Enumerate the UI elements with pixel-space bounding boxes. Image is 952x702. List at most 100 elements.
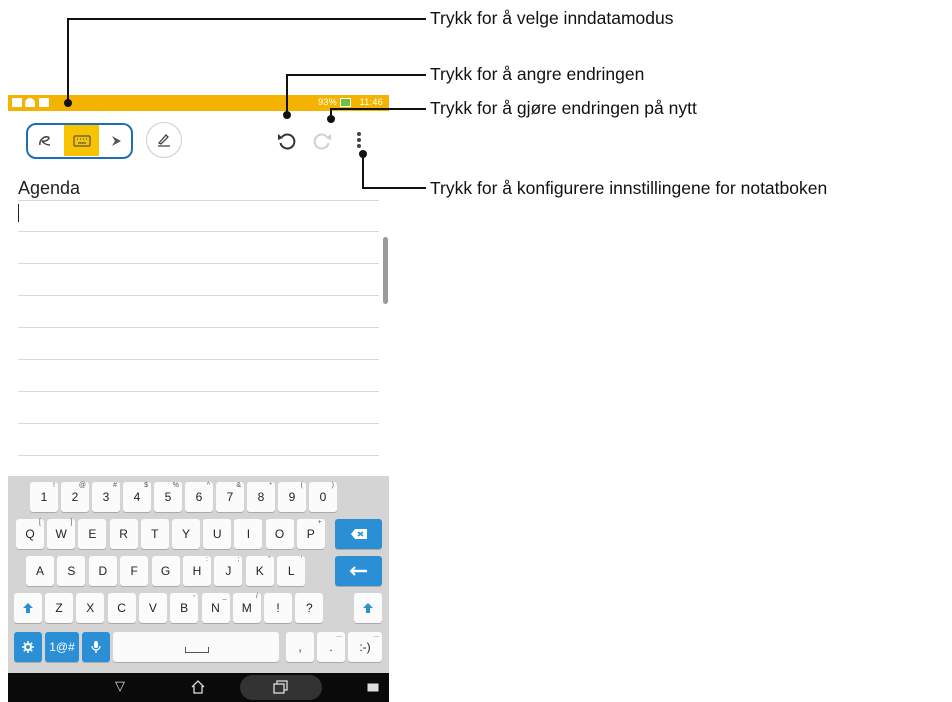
number-key[interactable]: 5% xyxy=(154,482,182,512)
letter-key[interactable]: Z xyxy=(45,593,73,623)
text-cursor xyxy=(18,204,19,222)
key-alt-label: # xyxy=(113,482,117,489)
redo-icon[interactable] xyxy=(311,130,333,152)
letter-key[interactable]: D xyxy=(88,556,117,586)
settings-key[interactable] xyxy=(14,632,42,662)
space-key[interactable] xyxy=(113,632,279,662)
key-label: B xyxy=(180,601,189,615)
period-key[interactable]: .... xyxy=(317,632,345,662)
key-label: W xyxy=(55,527,67,541)
enter-key[interactable] xyxy=(335,556,382,586)
letter-key[interactable]: X xyxy=(76,593,105,623)
key-alt-label: ] xyxy=(70,519,73,526)
letter-key[interactable]: Y xyxy=(172,519,200,549)
ruled-line xyxy=(18,423,379,424)
microphone-icon xyxy=(91,641,101,653)
number-key[interactable]: 0) xyxy=(309,482,337,512)
letter-key[interactable]: H: xyxy=(183,556,211,586)
key-label: S xyxy=(67,564,76,578)
key-label: N xyxy=(211,601,220,615)
key-alt-label: ^ xyxy=(206,482,210,489)
key-label: R xyxy=(119,527,128,541)
letter-key[interactable]: S xyxy=(57,556,86,586)
key-label: 3 xyxy=(102,490,110,504)
letter-key[interactable]: F xyxy=(120,556,149,586)
letter-key[interactable]: P + xyxy=(296,519,325,549)
comma-key[interactable]: , xyxy=(286,632,314,662)
battery-percent: 93% xyxy=(318,97,337,107)
ruled-line xyxy=(18,327,379,328)
key-alt-label: ; xyxy=(237,556,240,563)
letter-key[interactable]: V xyxy=(138,593,167,623)
recent-apps-icon[interactable] xyxy=(273,680,288,694)
key-label: 1 xyxy=(40,490,48,504)
backspace-icon xyxy=(350,529,367,539)
handwriting-mode-button[interactable] xyxy=(28,125,62,156)
callout-line-redo xyxy=(330,108,426,110)
symbols-key[interactable]: 1@# xyxy=(45,632,79,662)
letter-key[interactable]: B- xyxy=(170,593,199,623)
key-label: E xyxy=(88,527,97,541)
letter-key[interactable]: T xyxy=(140,519,169,549)
emoticon-key[interactable]: :-)... xyxy=(348,632,382,662)
number-key[interactable]: 2 @ xyxy=(61,482,89,512)
letter-key[interactable]: G xyxy=(151,556,180,586)
battery-icon xyxy=(340,98,351,107)
overflow-menu-icon[interactable] xyxy=(355,132,363,152)
number-key[interactable]: 8 * xyxy=(247,482,275,512)
letter-key[interactable]: C xyxy=(107,593,136,623)
note-page[interactable]: Agenda xyxy=(8,161,389,476)
key-label: T xyxy=(151,527,159,541)
key-label: 6 xyxy=(195,490,203,504)
key-label: H xyxy=(192,564,202,578)
number-key[interactable]: 6 ^ xyxy=(185,482,213,512)
letter-key[interactable]: E xyxy=(78,519,107,549)
shift-key[interactable] xyxy=(14,593,42,623)
letter-key[interactable]: N _ xyxy=(201,593,230,623)
letter-key[interactable]: ? xyxy=(295,593,324,623)
letter-key[interactable]: A xyxy=(26,556,54,586)
scrollbar[interactable] xyxy=(383,237,388,304)
back-icon[interactable]: ▽ xyxy=(115,678,125,694)
callout-dot-undo xyxy=(283,111,291,119)
number-key[interactable]: 9( xyxy=(278,482,306,512)
letter-key[interactable]: L ' xyxy=(277,556,306,586)
undo-icon[interactable] xyxy=(276,130,298,152)
letter-key[interactable]: K " xyxy=(245,556,274,586)
letter-key[interactable]: R xyxy=(109,519,138,549)
pen-style-button[interactable] xyxy=(146,122,182,158)
ruled-line xyxy=(18,231,379,232)
number-key[interactable]: 4 $ xyxy=(123,482,151,512)
letter-key[interactable]: J; xyxy=(214,556,243,586)
letter-key[interactable]: U xyxy=(203,519,232,549)
key-alt-label: + xyxy=(317,519,322,526)
backspace-key[interactable] xyxy=(335,519,382,549)
key-alt-label: & xyxy=(236,482,241,489)
mic-key[interactable] xyxy=(82,632,110,662)
shift-key[interactable] xyxy=(354,593,382,623)
keyboard-mode-button[interactable] xyxy=(64,125,99,156)
on-screen-keyboard: 1! 2 @3 #4 $5% 6 ^ 7 & 8 * 9(0) Q[W] E R T Y U I O P + A S D F G H:… xyxy=(8,476,389,673)
input-mode-selector xyxy=(26,123,133,159)
home-icon[interactable] xyxy=(190,679,206,695)
key-label: P xyxy=(306,527,315,541)
letter-key[interactable]: I xyxy=(234,519,263,549)
callout-dot-input-mode xyxy=(64,99,72,107)
number-key[interactable]: 3 # xyxy=(92,482,120,512)
navigation-bar: ▽ xyxy=(8,673,389,702)
letter-key[interactable]: W] xyxy=(47,519,76,549)
letter-key[interactable]: M / xyxy=(232,593,261,623)
letter-key[interactable]: ! xyxy=(264,593,293,623)
key-alt-label: ... xyxy=(336,632,342,639)
number-key[interactable]: 1! xyxy=(30,482,58,512)
keyboard-switch-icon[interactable] xyxy=(367,683,379,692)
pen-mode-button[interactable] xyxy=(99,125,131,156)
letter-key[interactable]: Q[ xyxy=(16,519,44,549)
key-label: A xyxy=(35,564,44,578)
letter-key[interactable]: O xyxy=(265,519,294,549)
key-label: G xyxy=(160,564,171,578)
number-key[interactable]: 7 & xyxy=(216,482,244,512)
shift-icon xyxy=(363,603,373,613)
cloud-icon xyxy=(25,98,35,107)
key-alt-label: " xyxy=(268,556,271,563)
